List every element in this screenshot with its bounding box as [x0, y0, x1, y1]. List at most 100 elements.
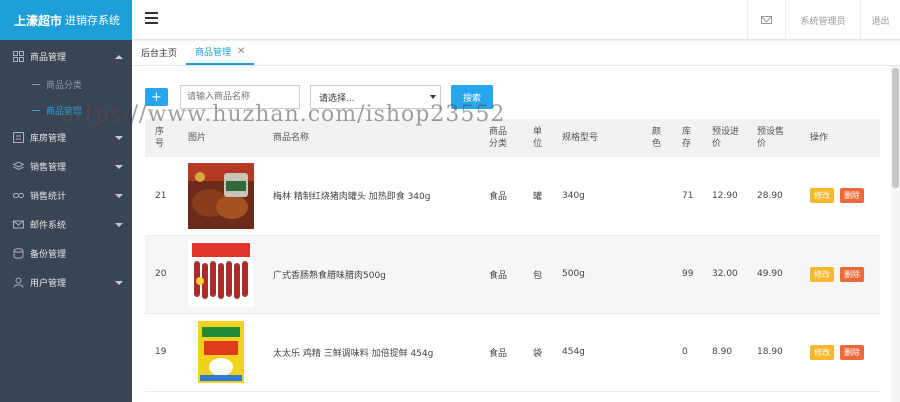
product-image-chicken-essence — [188, 319, 254, 385]
cell-image — [178, 313, 263, 391]
cell-unit: 罐 — [533, 192, 543, 203]
brand-name: 上濠超市 — [14, 13, 63, 28]
cell-price: 28.90 — [757, 190, 783, 201]
cell-spec: 340g — [562, 190, 585, 201]
dash-icon — [32, 83, 40, 85]
cell-price: 49.90 — [757, 269, 783, 279]
mail-icon — [12, 219, 24, 231]
edit-button[interactable]: 修改 — [810, 188, 834, 204]
cell-color — [642, 235, 672, 313]
user-icon — [12, 277, 24, 289]
sidebar-item-users[interactable]: 用户管理 — [0, 268, 132, 297]
cell-cost: 12.90 — [712, 190, 738, 201]
sidebar-item-product-management[interactable]: 商品管理 — [0, 42, 132, 71]
header-color: 颜 色 — [652, 127, 662, 149]
sidebar-subitem-category[interactable]: 商品分类 — [0, 71, 132, 97]
cell-id: 20 — [155, 269, 167, 279]
tab-home[interactable]: 后台主页 — [132, 40, 186, 65]
header-actions: 操作 — [810, 133, 829, 143]
header-name: 商品名称 — [273, 133, 310, 143]
cell-unit: 包 — [533, 270, 543, 281]
edit-button[interactable]: 修改 — [810, 344, 834, 360]
admin-user-menu[interactable]: 系统管理员 — [785, 0, 860, 40]
header-id: 序 号 — [155, 127, 165, 149]
database-icon — [12, 248, 24, 260]
delete-button[interactable]: 删除 — [840, 344, 864, 360]
list-icon — [12, 132, 24, 144]
cell-stock: 71 — [682, 190, 694, 201]
sidebar-item-label: 备份管理 — [30, 250, 67, 260]
add-product-button[interactable]: + — [145, 88, 168, 106]
cell-cost: 8.90 — [712, 347, 733, 357]
cell-actions: 修改 删除 — [800, 313, 880, 391]
cell-category: 食品 — [489, 192, 508, 203]
chevron-down-icon — [115, 193, 123, 198]
sidebar-subitem-label: 商品管理 — [46, 106, 83, 117]
sidebar-item-label: 用户管理 — [30, 279, 67, 289]
header-image: 图片 — [188, 133, 207, 143]
brand-subtitle: 进销存系统 — [65, 14, 121, 27]
select-value: 请选择... — [319, 93, 355, 104]
scrollbar-thumb[interactable] — [892, 68, 899, 188]
table-header-row: 序 号 图片 商品名称 商品 分类 单 位 规格型号 颜 色 库 存 预设进 价… — [145, 119, 880, 157]
header-cost: 预设进 价 — [712, 127, 740, 149]
hamburger-menu-icon[interactable] — [145, 12, 158, 24]
layers-icon — [12, 161, 24, 173]
header-unit: 单 位 — [533, 127, 543, 149]
cell-color — [642, 157, 672, 235]
cell-name: 广式香肠熟食腊味腊肉500g — [273, 270, 386, 281]
cell-image — [178, 157, 263, 235]
mail-button[interactable] — [747, 0, 785, 40]
tab-bar: 后台主页 商品管理 ✕ — [132, 41, 900, 66]
sidebar-item-backup[interactable]: 备份管理 — [0, 239, 132, 268]
table-row: 19 太太乐 鸡精 三鲜调味料 加倍提鲜 454g 食品 袋 454g 0 8.… — [145, 313, 880, 391]
cell-stock: 0 — [682, 347, 688, 357]
cell-actions: 修改 删除 — [800, 235, 880, 313]
sidebar-item-label: 商品管理 — [30, 53, 67, 63]
sidebar-subitem-products[interactable]: 商品管理 — [0, 97, 132, 123]
chevron-down-icon — [115, 222, 123, 227]
product-table: 序 号 图片 商品名称 商品 分类 单 位 规格型号 颜 色 库 存 预设进 价… — [145, 119, 880, 392]
mail-icon — [761, 16, 772, 24]
sidebar-item-mail[interactable]: 邮件系统 — [0, 210, 132, 239]
search-button[interactable]: 搜索 — [451, 85, 493, 109]
link-icon — [12, 190, 24, 202]
category-select[interactable]: 请选择... — [310, 85, 441, 109]
dropdown-arrow-icon — [430, 95, 436, 99]
tab-label: 商品管理 — [195, 48, 232, 58]
sidebar-item-label: 销售统计 — [30, 192, 67, 202]
sidebar-item-statistics[interactable]: 销售统计 — [0, 181, 132, 210]
product-name-search-input[interactable] — [180, 85, 300, 109]
header-spec: 规格型号 — [562, 133, 599, 143]
main-content: + 请选择... 搜索 序 号 图片 商品名称 商品 分类 单 位 规格型号 颜… — [132, 66, 891, 402]
table-row: 20 广式香肠熟食腊味腊肉500g 食品 包 500g 99 32.00 49.… — [145, 235, 880, 313]
chevron-down-icon — [115, 280, 123, 285]
logout-button[interactable]: 退出 — [860, 0, 900, 40]
product-image-canned-pork — [188, 162, 254, 229]
sidebar-item-label: 邮件系统 — [30, 221, 67, 231]
cell-id: 21 — [155, 190, 167, 201]
cell-cost: 32.00 — [712, 269, 738, 279]
tab-product-management[interactable]: 商品管理 ✕ — [186, 40, 255, 65]
header-stock: 库 存 — [682, 127, 692, 149]
sidebar-item-warehouse[interactable]: 库房管理 — [0, 123, 132, 152]
dash-icon — [32, 109, 40, 111]
edit-button[interactable]: 修改 — [810, 266, 834, 282]
cell-color — [642, 313, 672, 391]
tab-label: 后台主页 — [141, 49, 178, 59]
cell-category: 食品 — [489, 270, 508, 281]
delete-button[interactable]: 删除 — [840, 266, 864, 282]
cell-stock: 99 — [682, 269, 694, 279]
cell-unit: 袋 — [533, 348, 543, 359]
delete-button[interactable]: 删除 — [840, 188, 864, 204]
vertical-scrollbar[interactable] — [891, 66, 900, 402]
chevron-down-icon — [115, 135, 123, 140]
sidebar-item-sales[interactable]: 销售管理 — [0, 152, 132, 181]
grid-icon — [12, 51, 24, 63]
cell-spec: 454g — [562, 347, 585, 357]
close-icon[interactable]: ✕ — [237, 46, 245, 57]
cell-id: 19 — [155, 347, 167, 357]
sidebar-item-label: 库房管理 — [30, 134, 67, 144]
filter-toolbar: + 请选择... 搜索 — [145, 83, 878, 111]
brand-logo[interactable]: 上濠超市 进销存系统 — [0, 0, 132, 40]
